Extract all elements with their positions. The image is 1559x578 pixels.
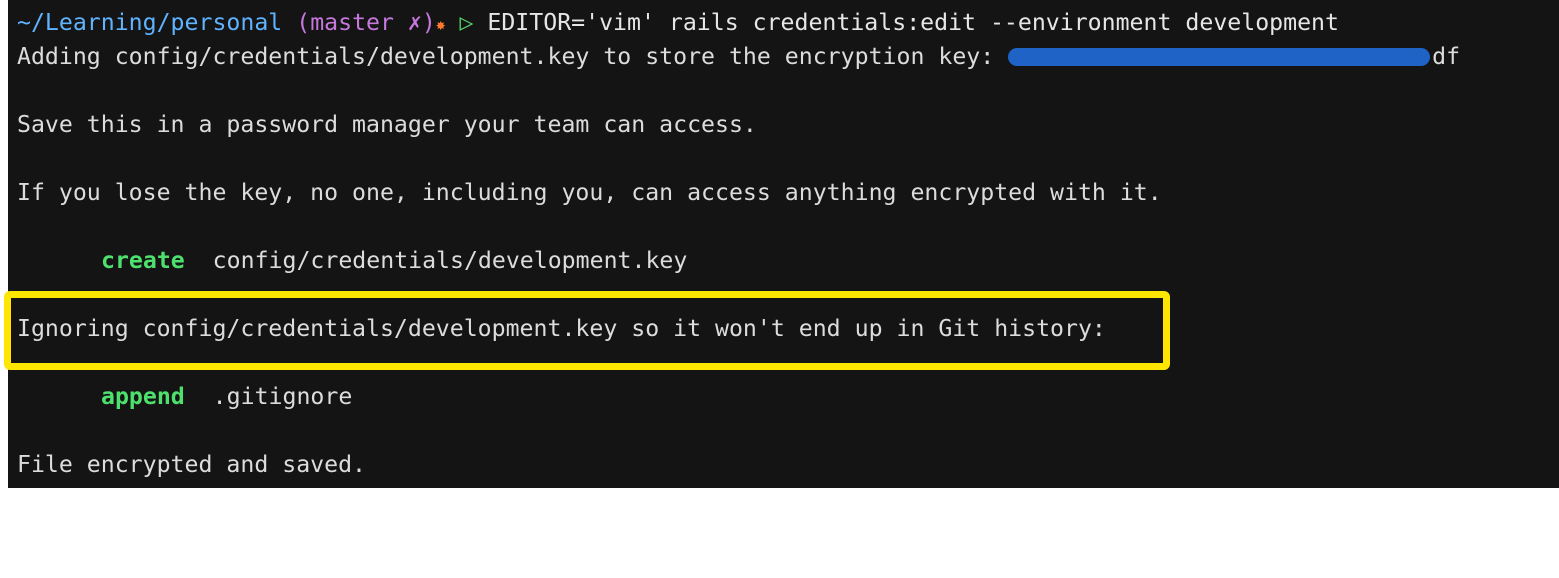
command-text: EDITOR='vim' rails credentials:edit --en… — [487, 9, 1339, 36]
key-suffix: df — [1432, 43, 1461, 70]
ignoring-line: Ignoring config/credentials/development.… — [17, 315, 1106, 342]
prompt-arrow-icon: ▷ — [459, 9, 474, 36]
git-branch: master — [310, 9, 394, 36]
create-action: create — [101, 247, 185, 274]
current-directory: ~/Learning/personal — [17, 9, 283, 36]
dirty-marker: ✗ — [393, 9, 422, 36]
lose-warning: If you lose the key, no one, including y… — [17, 179, 1162, 206]
star-icon: ✸ — [435, 15, 446, 34]
redacted-key — [1008, 47, 1431, 66]
branch-close-paren: ) — [421, 9, 436, 36]
adding-key-text: Adding config/credentials/development.ke… — [17, 43, 1009, 70]
append-action: append — [101, 383, 185, 410]
create-target: config/credentials/development.key — [184, 247, 688, 274]
append-target: .gitignore — [184, 383, 353, 410]
branch-open-paren: ( — [296, 9, 311, 36]
prompt-line: ~/Learning/personal (master ✗)✸ ▷ EDITOR… — [17, 6, 1339, 40]
terminal-window[interactable]: ~/Learning/personal (master ✗)✸ ▷ EDITOR… — [0, 0, 1559, 488]
create-line: create config/credentials/development.ke… — [17, 244, 687, 278]
append-line: append .gitignore — [17, 380, 352, 414]
adding-key-line: Adding config/credentials/development.ke… — [17, 40, 1460, 74]
final-status: File encrypted and saved. — [17, 451, 367, 478]
save-notice: Save this in a password manager your tea… — [17, 111, 757, 138]
